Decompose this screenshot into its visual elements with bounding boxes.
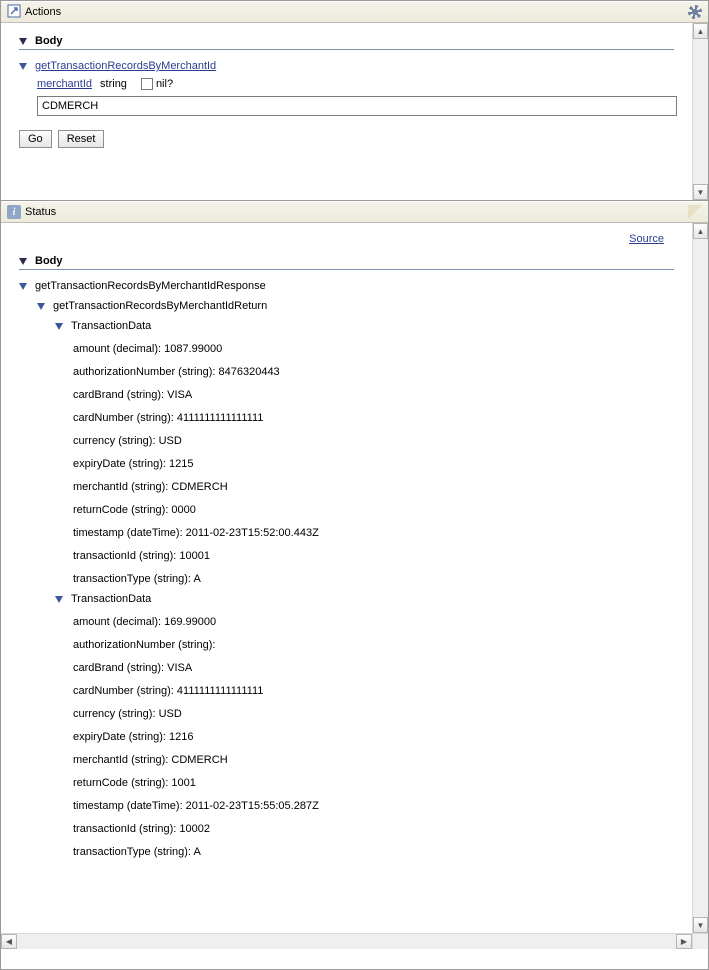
field-row: cardNumber (string): 4111111111111111 — [73, 412, 674, 424]
invoke-icon — [7, 4, 21, 21]
nil-checkbox[interactable] — [141, 78, 153, 90]
expand-node-icon[interactable] — [37, 303, 45, 310]
field-row: timestamp (dateTime): 2011-02-23T15:55:0… — [73, 800, 674, 812]
field-row: merchantId (string): CDMERCH — [73, 481, 674, 493]
field-row: currency (string): USD — [73, 435, 674, 447]
return-node-label: getTransactionRecordsByMerchantIdReturn — [53, 300, 267, 312]
body-section-label-2: Body — [35, 255, 63, 267]
nil-label: nil? — [156, 78, 173, 90]
field-row: transactionId (string): 10001 — [73, 550, 674, 562]
status-panel: i Status ▲ ▼ ◀ ▶ Source Body g — [1, 201, 708, 949]
scroll-up-arrow[interactable]: ▲ — [693, 223, 708, 239]
go-button[interactable]: Go — [19, 130, 52, 148]
field-row: transactionId (string): 10002 — [73, 823, 674, 835]
param-type-label: string — [100, 78, 127, 90]
expand-operation-icon[interactable] — [19, 63, 27, 70]
edit-icon[interactable] — [688, 205, 702, 219]
field-row: cardBrand (string): VISA — [73, 662, 674, 674]
field-row: amount (decimal): 1087.99000 — [73, 343, 674, 355]
scroll-right-arrow[interactable]: ▶ — [676, 934, 692, 949]
expand-body-icon[interactable] — [19, 38, 27, 45]
field-row: cardBrand (string): VISA — [73, 389, 674, 401]
status-title: Status — [25, 206, 56, 218]
info-icon: i — [7, 205, 21, 219]
actions-header: Actions — [1, 1, 708, 23]
body-section-label: Body — [35, 35, 63, 47]
reset-button[interactable]: Reset — [58, 130, 105, 148]
param-name-link[interactable]: merchantId — [37, 78, 92, 90]
scroll-left-arrow[interactable]: ◀ — [1, 934, 17, 949]
field-row: transactionType (string): A — [73, 573, 674, 585]
status-header: i Status — [1, 201, 708, 223]
response-root: getTransactionRecordsByMerchantIdRespons… — [19, 280, 674, 292]
field-row: cardNumber (string): 4111111111111111 — [73, 685, 674, 697]
status-scrollbar-h[interactable]: ◀ ▶ — [1, 933, 692, 949]
source-link[interactable]: Source — [629, 233, 664, 245]
response-tree: getTransactionRecordsByMerchantIdRespons… — [19, 280, 674, 858]
transaction-data-node: TransactionData — [55, 320, 674, 332]
gear-icon[interactable] — [688, 5, 702, 19]
expand-node-icon[interactable] — [19, 283, 27, 290]
actions-title: Actions — [25, 6, 61, 18]
field-row: amount (decimal): 169.99000 — [73, 616, 674, 628]
field-row: returnCode (string): 0000 — [73, 504, 674, 516]
scroll-down-arrow[interactable]: ▼ — [693, 184, 708, 200]
status-scrollbar-v[interactable]: ▲ ▼ — [692, 223, 708, 933]
scroll-down-arrow[interactable]: ▼ — [693, 917, 708, 933]
transaction-data-node: TransactionData — [55, 593, 674, 605]
field-row: timestamp (dateTime): 2011-02-23T15:52:0… — [73, 527, 674, 539]
field-row: transactionType (string): A — [73, 846, 674, 858]
merchant-id-input[interactable] — [37, 96, 677, 116]
field-row: expiryDate (string): 1215 — [73, 458, 674, 470]
field-row: authorizationNumber (string): — [73, 639, 674, 651]
transaction-data-node-label: TransactionData — [71, 320, 151, 332]
actions-panel: Actions ▲ ▼ Body getTransactionRecordsBy… — [1, 1, 708, 201]
return-node: getTransactionRecordsByMerchantIdReturn — [37, 300, 674, 312]
field-row: merchantId (string): CDMERCH — [73, 754, 674, 766]
transaction-data-node-label: TransactionData — [71, 593, 151, 605]
operation-link[interactable]: getTransactionRecordsByMerchantId — [35, 60, 216, 72]
expand-node-icon[interactable] — [55, 596, 63, 603]
field-row: currency (string): USD — [73, 708, 674, 720]
body-divider-2 — [19, 269, 674, 270]
body-divider — [19, 49, 674, 50]
response-root-label: getTransactionRecordsByMerchantIdRespons… — [35, 280, 266, 292]
field-row: returnCode (string): 1001 — [73, 777, 674, 789]
scrollbar-corner — [692, 933, 708, 949]
field-row: expiryDate (string): 1216 — [73, 731, 674, 743]
scroll-up-arrow[interactable]: ▲ — [693, 23, 708, 39]
field-row: authorizationNumber (string): 8476320443 — [73, 366, 674, 378]
expand-node-icon[interactable] — [55, 323, 63, 330]
expand-body-icon-2[interactable] — [19, 258, 27, 265]
actions-scrollbar[interactable]: ▲ ▼ — [692, 23, 708, 200]
